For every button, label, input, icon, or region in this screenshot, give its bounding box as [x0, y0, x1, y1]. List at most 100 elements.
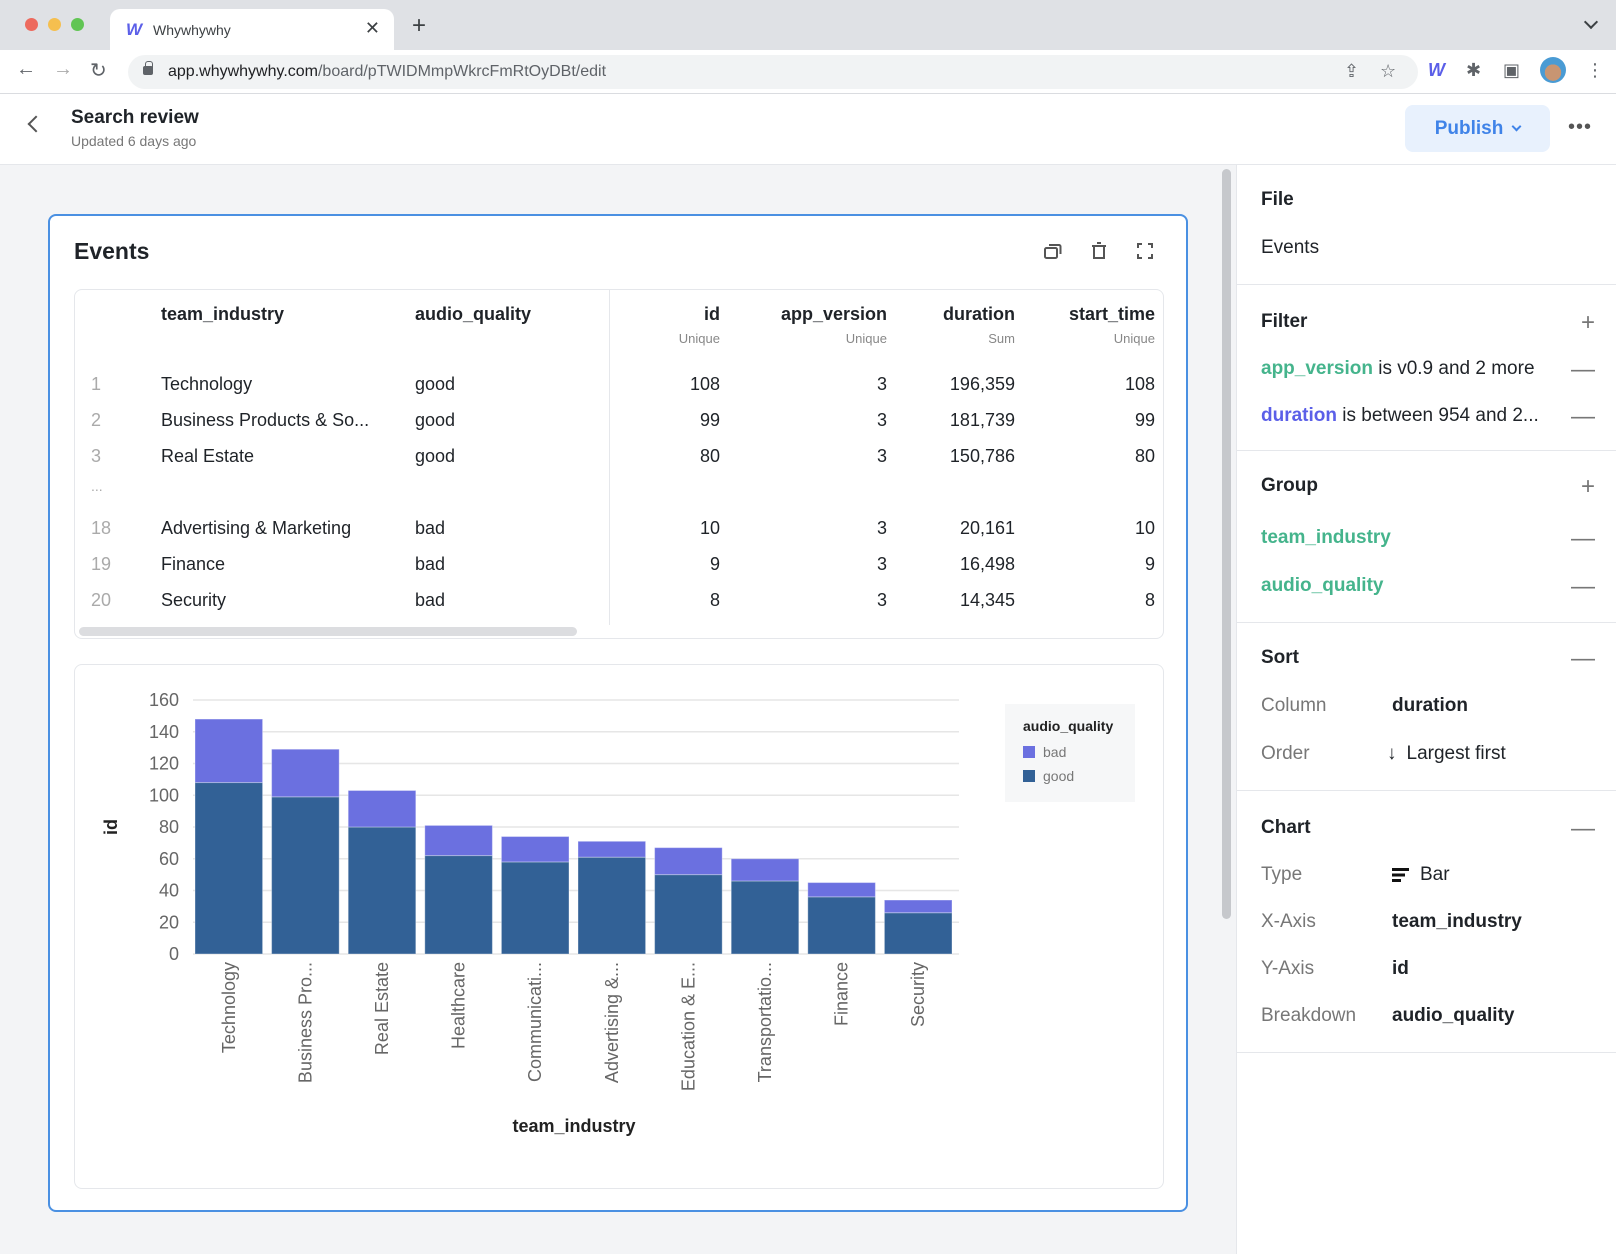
- cell-duration[interactable]: 181,739: [950, 410, 1015, 431]
- minimize-window-button[interactable]: [48, 18, 61, 31]
- address-bar[interactable]: app.whywhywhy.com/board/pTWIDMmpWkrcFmRt…: [128, 55, 1418, 89]
- forward-arrow-icon[interactable]: →: [53, 58, 73, 81]
- extensions-puzzle-icon[interactable]: ✱: [1466, 60, 1481, 81]
- cell-id[interactable]: 10: [700, 518, 720, 539]
- sort-column-value[interactable]: duration: [1392, 695, 1468, 717]
- new-tab-icon[interactable]: +: [412, 12, 426, 40]
- column-aggregate-id[interactable]: Unique: [679, 331, 720, 346]
- bar-segment-good[interactable]: [500, 861, 570, 955]
- more-options-icon[interactable]: •••: [1568, 116, 1592, 139]
- cell-duration[interactable]: 196,359: [950, 374, 1015, 395]
- bar-segment-bad[interactable]: [577, 840, 647, 858]
- bar-segment-good[interactable]: [577, 856, 647, 955]
- sort-order-value[interactable]: ↓ Largest first: [1387, 743, 1506, 765]
- cell-audio-quality[interactable]: bad: [415, 590, 445, 611]
- events-card[interactable]: Events team_industry audio_quality id Un…: [48, 214, 1188, 1212]
- cell-audio-quality[interactable]: bad: [415, 518, 445, 539]
- cell-audio-quality[interactable]: good: [415, 374, 455, 395]
- bar-segment-good[interactable]: [424, 855, 493, 955]
- cell-app-version[interactable]: 3: [877, 446, 887, 467]
- file-name[interactable]: Events: [1261, 237, 1319, 259]
- cell-audio-quality[interactable]: good: [415, 410, 455, 431]
- cell-start-time[interactable]: 108: [1125, 374, 1155, 395]
- legend-item-good[interactable]: good: [1023, 768, 1074, 784]
- cell-id[interactable]: 99: [700, 410, 720, 431]
- cell-duration[interactable]: 20,161: [960, 518, 1015, 539]
- column-header-id[interactable]: id: [704, 304, 720, 325]
- collapse-sort-icon[interactable]: —: [1571, 647, 1595, 671]
- cell-duration[interactable]: 14,345: [960, 590, 1015, 611]
- bar-segment-bad[interactable]: [424, 824, 493, 857]
- maximize-window-button[interactable]: [71, 18, 84, 31]
- cell-team-industry[interactable]: Security: [161, 590, 226, 611]
- filter-item-app-version[interactable]: app_version is v0.9 and 2 more: [1261, 358, 1535, 380]
- vertical-scrollbar[interactable]: [1222, 169, 1231, 919]
- cell-team-industry[interactable]: Real Estate: [161, 446, 254, 467]
- cell-duration[interactable]: 150,786: [950, 446, 1015, 467]
- back-chevron-icon[interactable]: [27, 115, 45, 133]
- cell-start-time[interactable]: 9: [1145, 554, 1155, 575]
- bar-segment-good[interactable]: [194, 782, 264, 955]
- column-header-audio-quality[interactable]: audio_quality: [415, 304, 531, 325]
- cell-team-industry[interactable]: Technology: [161, 374, 252, 395]
- bar-segment-good[interactable]: [347, 826, 417, 955]
- x-axis-value[interactable]: team_industry: [1392, 911, 1522, 933]
- cell-id[interactable]: 9: [710, 554, 720, 575]
- share-icon[interactable]: ⇪: [1344, 61, 1359, 82]
- breakdown-value[interactable]: audio_quality: [1392, 1005, 1514, 1027]
- trash-icon[interactable]: [1088, 240, 1110, 262]
- cell-start-time[interactable]: 8: [1145, 590, 1155, 611]
- y-axis-value[interactable]: id: [1392, 958, 1409, 980]
- bookmark-star-icon[interactable]: ☆: [1380, 61, 1396, 82]
- remove-group-icon[interactable]: —: [1571, 527, 1595, 551]
- filter-item-duration[interactable]: duration is between 954 and 2...: [1261, 405, 1539, 427]
- duplicate-icon[interactable]: [1042, 240, 1064, 262]
- bar-segment-bad[interactable]: [730, 858, 800, 882]
- cell-id[interactable]: 8: [710, 590, 720, 611]
- url-text[interactable]: app.whywhywhy.com/board/pTWIDMmpWkrcFmRt…: [168, 63, 606, 81]
- bar-segment-good[interactable]: [807, 896, 876, 955]
- cell-app-version[interactable]: 3: [877, 554, 887, 575]
- column-header-start-time[interactable]: start_time: [1069, 304, 1155, 325]
- bar-segment-good[interactable]: [654, 874, 723, 955]
- cell-audio-quality[interactable]: bad: [415, 554, 445, 575]
- chart-type-value[interactable]: Bar: [1392, 864, 1450, 886]
- cell-audio-quality[interactable]: good: [415, 446, 455, 467]
- cell-start-time[interactable]: 10: [1135, 518, 1155, 539]
- group-item-audio-quality[interactable]: audio_quality: [1261, 575, 1383, 597]
- tab-list-chevron-icon[interactable]: [1583, 14, 1599, 30]
- profile-avatar[interactable]: [1540, 57, 1566, 83]
- bar-segment-bad[interactable]: [654, 847, 723, 876]
- bar-segment-good[interactable]: [883, 912, 953, 955]
- horizontal-scrollbar[interactable]: [79, 627, 577, 636]
- column-header-duration[interactable]: duration: [943, 304, 1015, 325]
- remove-filter-icon[interactable]: —: [1571, 358, 1595, 382]
- cell-app-version[interactable]: 3: [877, 590, 887, 611]
- add-group-icon[interactable]: +: [1581, 475, 1595, 499]
- bar-segment-bad[interactable]: [271, 748, 340, 798]
- legend-item-bad[interactable]: bad: [1023, 744, 1066, 760]
- add-filter-icon[interactable]: +: [1581, 311, 1595, 335]
- bar-segment-bad[interactable]: [883, 899, 953, 914]
- bar-segment-bad[interactable]: [347, 789, 417, 828]
- cell-team-industry[interactable]: Business Products & So...: [161, 410, 369, 431]
- column-header-team-industry[interactable]: team_industry: [161, 304, 284, 325]
- tab-close-icon[interactable]: ✕: [365, 18, 380, 39]
- cell-app-version[interactable]: 3: [877, 374, 887, 395]
- whywhywhy-extension-icon[interactable]: W: [1428, 60, 1445, 81]
- cell-team-industry[interactable]: Finance: [161, 554, 225, 575]
- cell-team-industry[interactable]: Advertising & Marketing: [161, 518, 351, 539]
- bar-segment-good[interactable]: [730, 880, 800, 955]
- remove-filter-icon[interactable]: —: [1571, 405, 1595, 429]
- cell-start-time[interactable]: 99: [1135, 410, 1155, 431]
- column-aggregate-start-time[interactable]: Unique: [1114, 331, 1155, 346]
- cell-start-time[interactable]: 80: [1135, 446, 1155, 467]
- cell-app-version[interactable]: 3: [877, 410, 887, 431]
- column-aggregate-duration[interactable]: Sum: [988, 331, 1015, 346]
- column-header-app-version[interactable]: app_version: [781, 304, 887, 325]
- cell-id[interactable]: 108: [690, 374, 720, 395]
- collapse-chart-icon[interactable]: —: [1571, 817, 1595, 841]
- close-window-button[interactable]: [25, 18, 38, 31]
- cell-duration[interactable]: 16,498: [960, 554, 1015, 575]
- back-arrow-icon[interactable]: ←: [16, 58, 36, 81]
